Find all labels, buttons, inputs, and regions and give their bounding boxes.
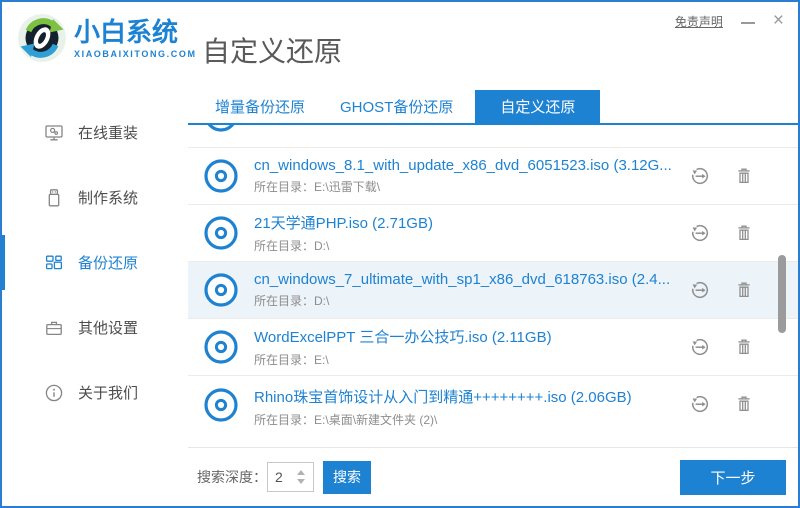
sidebar-item-make-system[interactable]: 制作系统 [2,165,188,230]
iso-path: 所在目录：D:\ [254,294,330,308]
iso-meta: 21天学通PHP.iso (2.71GB) 所在目录：D:\ [254,212,433,254]
stepper-down-icon[interactable] [297,479,305,484]
list-item-partial [188,125,798,148]
restore-icon[interactable] [690,223,710,243]
iso-name[interactable]: WordExcelPPT 三合一办公技巧.iso (2.11GB) [254,326,552,347]
row-actions [690,223,754,243]
search-depth-label: 搜索深度： [197,469,267,485]
iso-path: 所在目录：E:\迅雷下载\ [254,180,381,194]
sidebar-item-about-us[interactable]: 关于我们 [2,360,188,425]
scrollbar-thumb[interactable] [778,255,786,333]
iso-name[interactable]: 21天学通PHP.iso (2.71GB) [254,212,433,233]
blocks-icon [43,252,65,274]
list-item[interactable]: Rhino珠宝首饰设计从入门到精通++++++++.iso (2.06GB) 所… [188,376,798,447]
info-icon [43,382,65,404]
row-actions [690,394,754,414]
usb-icon [43,187,65,209]
row-actions [690,337,754,357]
iso-meta: cn_windows_7_ultimate_with_sp1_x86_dvd_6… [254,271,670,309]
iso-name[interactable]: cn_windows_7_ultimate_with_sp1_x86_dvd_6… [254,271,670,288]
search-depth-stepper[interactable] [267,462,314,492]
row-actions [690,280,754,300]
search-depth-input[interactable] [268,469,292,485]
stepper-buttons [292,463,310,491]
sidebar-item-label: 制作系统 [78,190,139,207]
restore-icon[interactable] [690,337,710,357]
toolbox-icon [43,317,65,339]
restore-icon[interactable] [690,280,710,300]
sidebar-item-label: 关于我们 [78,385,139,402]
list-item-selected[interactable]: cn_windows_7_ultimate_with_sp1_x86_dvd_6… [188,262,798,319]
minimize-button[interactable] [740,22,755,24]
disc-icon [202,157,240,195]
trash-icon[interactable] [734,166,754,186]
iso-meta: WordExcelPPT 三合一办公技巧.iso (2.11GB) 所在目录：E… [254,326,552,368]
brand: 小白系统 XIAOBAIXITONG.COM [16,12,197,64]
content: 增量备份还原 GHOST备份还原 自定义还原 cn_windows_8.1_wi… [188,90,798,506]
sidebar-item-label: 备份还原 [78,255,139,272]
close-button[interactable]: × [773,11,784,30]
restore-icon[interactable] [690,394,710,414]
app-window: 小白系统 XIAOBAIXITONG.COM 自定义还原 免责声明 × 在线重装… [0,0,800,508]
brand-name: 小白系统 [74,17,179,47]
sidebar: 在线重装 制作系统 备份还原 其他设置 关于我们 [2,90,188,506]
iso-name[interactable]: Rhino珠宝首饰设计从入门到精通++++++++.iso (2.06GB) [254,386,632,407]
disc-icon [202,125,240,134]
trash-icon[interactable] [734,223,754,243]
tab-custom-restore[interactable]: 自定义还原 [475,90,601,123]
iso-name[interactable]: cn_windows_8.1_with_update_x86_dvd_60515… [254,157,672,174]
iso-path: 所在目录：D:\ [254,239,330,253]
page-title: 自定义还原 [202,36,343,67]
restore-icon[interactable] [690,166,710,186]
sidebar-item-label: 其他设置 [78,320,139,337]
iso-path: 所在目录：E:\ [254,353,329,367]
row-actions [690,166,754,186]
sidebar-item-online-reinstall[interactable]: 在线重装 [2,100,188,165]
sidebar-item-other-settings[interactable]: 其他设置 [2,295,188,360]
iso-meta: Rhino珠宝首饰设计从入门到精通++++++++.iso (2.06GB) 所… [254,386,632,428]
brand-text: 小白系统 XIAOBAIXITONG.COM [74,17,197,59]
disc-icon [202,271,240,309]
iso-list: cn_windows_8.1_with_update_x86_dvd_60515… [188,125,798,447]
tab-ghost-backup-restore[interactable]: GHOST备份还原 [327,90,466,123]
window-controls: 免责声明 × [675,11,784,30]
tab-bar: 增量备份还原 GHOST备份还原 自定义还原 [188,90,798,125]
brand-logo-icon [18,14,66,62]
list-item[interactable]: 21天学通PHP.iso (2.71GB) 所在目录：D:\ [188,205,798,262]
sidebar-item-backup-restore[interactable]: 备份还原 [2,230,188,295]
trash-icon[interactable] [734,394,754,414]
next-step-button[interactable]: 下一步 [680,459,786,495]
list-item[interactable]: WordExcelPPT 三合一办公技巧.iso (2.11GB) 所在目录：E… [188,319,798,376]
stepper-up-icon[interactable] [297,470,305,475]
disc-icon [202,214,240,252]
sidebar-item-label: 在线重装 [78,125,139,142]
disc-icon [202,328,240,366]
disclaimer-link[interactable]: 免责声明 [675,13,723,30]
brand-domain: XIAOBAIXITONG.COM [74,49,197,59]
search-button[interactable]: 搜索 [323,460,371,494]
disc-icon [202,386,240,424]
iso-path: 所在目录：E:\桌面\新建文件夹 (2)\ [254,413,438,427]
list-item[interactable]: cn_windows_8.1_with_update_x86_dvd_60515… [188,148,798,205]
trash-icon[interactable] [734,337,754,357]
iso-meta: cn_windows_8.1_with_update_x86_dvd_60515… [254,157,672,195]
tab-incremental-backup-restore[interactable]: 增量备份还原 [202,90,318,123]
trash-icon[interactable] [734,280,754,300]
footer-bar: 搜索深度： 搜索 下一步 [188,447,798,506]
titlebar: 小白系统 XIAOBAIXITONG.COM 自定义还原 免责声明 × [2,2,798,90]
monitor-icon [43,122,65,144]
